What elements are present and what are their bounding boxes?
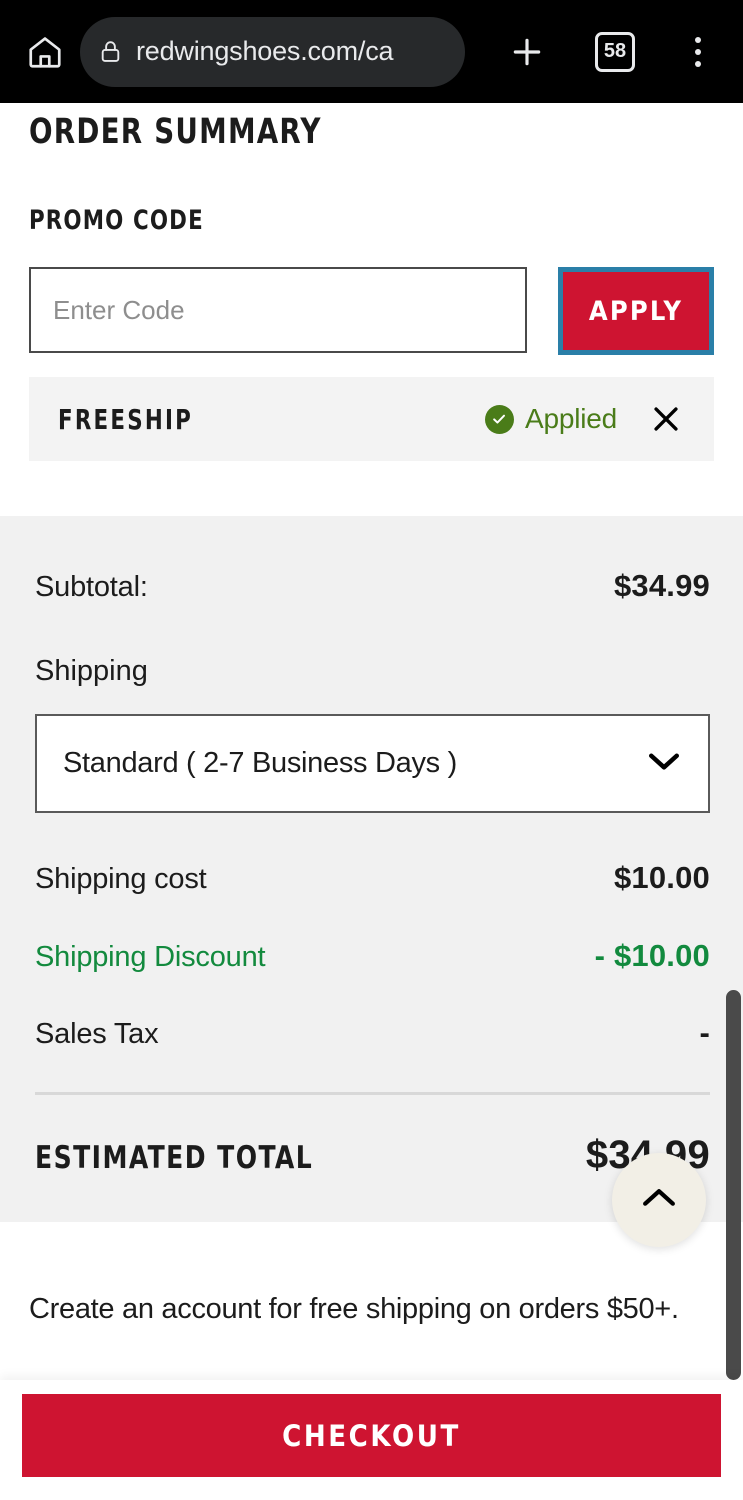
totals-divider [35, 1092, 710, 1095]
subtotal-label: Subtotal: [35, 571, 148, 603]
check-circle-icon [484, 404, 514, 434]
promo-code-row: APPLY [29, 267, 714, 355]
shipping-discount-label: Shipping Discount [35, 941, 266, 973]
url-text: redwingshoes.com/ca [136, 36, 394, 66]
applied-promo-code: FREESHIP [58, 402, 194, 436]
tab-count-label: 58 [603, 40, 627, 62]
applied-status-label: Applied [524, 403, 617, 434]
home-icon[interactable] [22, 29, 68, 75]
cart-page: ORDER SUMMARY PROMO CODE APPLY FREESHIP … [0, 111, 743, 1331]
shipping-label: Shipping [35, 655, 148, 687]
sales-tax-value: - [699, 1015, 710, 1050]
estimated-total-label: ESTIMATED TOTAL [35, 1140, 314, 1176]
kebab-menu-icon[interactable] [675, 29, 721, 75]
chevron-down-icon [645, 749, 683, 778]
page-title: ORDER SUMMARY [29, 112, 322, 152]
tab-count-button[interactable]: 58 [595, 31, 635, 72]
shipping-cost-label: Shipping cost [35, 863, 207, 895]
order-summary-section: ORDER SUMMARY PROMO CODE APPLY FREESHIP … [0, 111, 743, 461]
checkout-button[interactable]: CHECKOUT [22, 1394, 721, 1477]
subtotal-row: Subtotal: $34.99 [35, 568, 710, 604]
sales-tax-label: Sales Tax [35, 1018, 159, 1050]
estimated-total-row: ESTIMATED TOTAL $34.99 [35, 1133, 710, 1178]
scroll-to-top-button[interactable] [612, 1153, 706, 1247]
subtotal-value: $34.99 [613, 568, 710, 603]
chevron-up-icon [639, 1185, 679, 1216]
shipping-discount-value: - $10.00 [594, 938, 710, 973]
new-tab-icon[interactable] [501, 26, 553, 78]
shipping-method-value: Standard ( 2-7 Business Days ) [63, 747, 457, 779]
create-account-note: Create an account for free shipping on o… [29, 1293, 679, 1325]
shipping-cost-value: $10.00 [613, 860, 710, 895]
promo-code-input[interactable] [29, 267, 527, 353]
lock-icon [96, 38, 124, 66]
sales-tax-row: Sales Tax - [35, 1015, 710, 1051]
order-totals-panel: Subtotal: $34.99 Shipping Standard ( 2-7… [0, 516, 743, 1222]
applied-status-badge: Applied [484, 403, 617, 435]
apply-promo-button[interactable]: APPLY [558, 267, 714, 355]
applied-promo-row: FREESHIP Applied [29, 377, 714, 461]
promo-code-label: PROMO CODE [29, 205, 204, 236]
browser-toolbar: redwingshoes.com/ca 58 [0, 0, 743, 103]
remove-promo-icon[interactable] [644, 397, 688, 441]
url-bar[interactable]: redwingshoes.com/ca [80, 16, 465, 87]
page-scrollbar[interactable] [726, 990, 741, 1380]
shipping-discount-row: Shipping Discount - $10.00 [35, 938, 710, 974]
shipping-method-select[interactable]: Standard ( 2-7 Business Days ) [35, 714, 710, 813]
checkout-bar: CHECKOUT [0, 1380, 743, 1500]
shipping-cost-row: Shipping cost $10.00 [35, 860, 710, 896]
